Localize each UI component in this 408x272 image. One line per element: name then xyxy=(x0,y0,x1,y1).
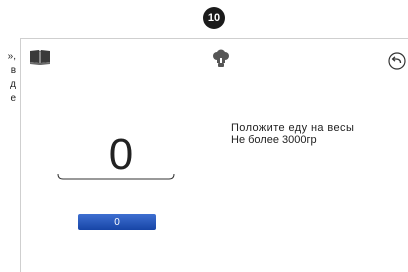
weight-button[interactable]: 0 xyxy=(78,214,156,230)
instruction-message: Положите еду на весы Не более 3000гр xyxy=(231,122,408,146)
chef-hat-icon[interactable] xyxy=(211,49,231,69)
side-text-line-4: е xyxy=(10,93,16,104)
step-number-badge: 10 xyxy=(203,7,225,29)
instruction-line-1: Положите еду на весы xyxy=(231,122,355,134)
side-text-fragment: », в д е xyxy=(0,50,16,106)
weight-button-label: 0 xyxy=(114,216,120,228)
step-number: 10 xyxy=(207,12,221,24)
side-text-line-1: », xyxy=(7,51,16,62)
weight-display-value: 0 xyxy=(108,130,134,179)
device-screen: 0 0 Положите еду на весы Не более 3000гр xyxy=(20,38,408,272)
weight-underline xyxy=(57,174,175,180)
recipe-book-icon[interactable] xyxy=(29,49,51,65)
side-text-line-3: д xyxy=(10,79,16,90)
back-arrow-icon[interactable] xyxy=(388,52,406,70)
instruction-line-2: Не более 3000гр xyxy=(231,134,317,146)
side-text-line-2: в xyxy=(10,65,16,76)
